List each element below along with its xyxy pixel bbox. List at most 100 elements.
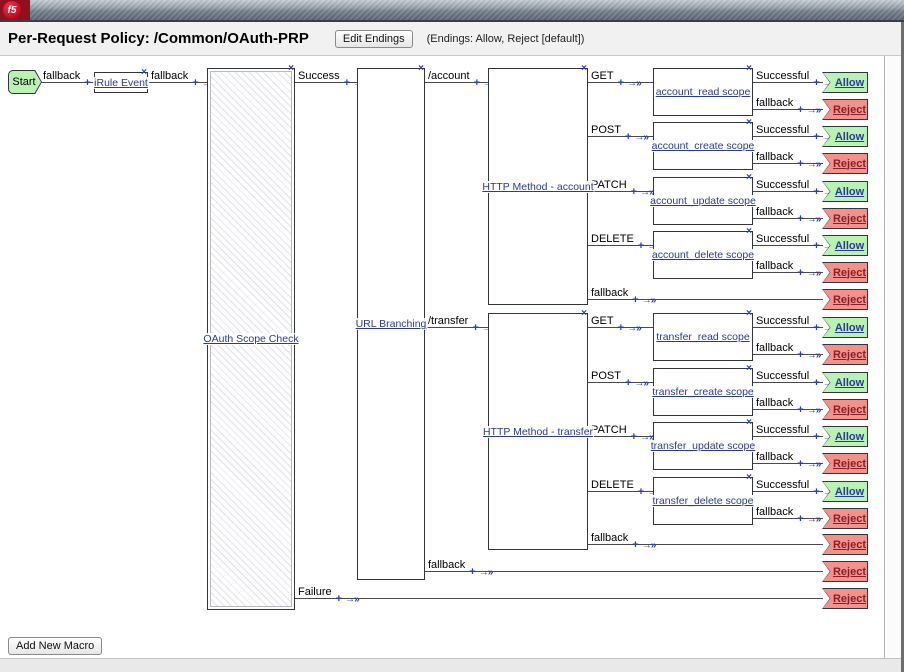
add-action-plus-icon[interactable]: + xyxy=(344,77,350,89)
add-action-plus-icon[interactable]: + xyxy=(618,322,624,334)
add-action-plus-icon[interactable]: + xyxy=(813,131,819,143)
edit-endings-button[interactable]: Edit Endings xyxy=(334,29,413,48)
ending-allow[interactable]: Allow xyxy=(822,72,868,93)
add-action-plus-icon[interactable]: + xyxy=(631,186,637,198)
ending-reject-label[interactable]: Reject xyxy=(831,561,868,582)
account-delete-scope-label[interactable]: account_delete scope xyxy=(650,249,756,261)
ending-reject[interactable]: Reject xyxy=(822,399,868,420)
http-method-account-label[interactable]: HTTP Method - account xyxy=(481,180,595,193)
add-action-plus-icon[interactable]: + xyxy=(625,377,631,389)
right-scroll-track[interactable] xyxy=(884,56,901,658)
add-action-plus-icon[interactable]: + xyxy=(632,294,638,306)
ending-allow-label[interactable]: Allow xyxy=(831,372,868,393)
add-action-plus-icon[interactable]: + xyxy=(472,322,478,334)
ending-reject[interactable]: Reject xyxy=(822,208,868,229)
ending-reject-label[interactable]: Reject xyxy=(831,508,868,529)
ending-reject-label[interactable]: Reject xyxy=(831,153,868,174)
ending-allow[interactable]: Allow xyxy=(822,481,868,502)
add-action-plus-icon[interactable]: + xyxy=(797,158,803,170)
ending-allow[interactable]: Allow xyxy=(822,317,868,338)
add-action-plus-icon[interactable]: + xyxy=(469,566,475,578)
ending-reject-label[interactable]: Reject xyxy=(831,99,868,120)
close-icon[interactable]: × xyxy=(746,227,752,237)
add-action-plus-icon[interactable]: + xyxy=(797,458,803,470)
ending-allow[interactable]: Allow xyxy=(822,126,868,147)
account-read-scope-label[interactable]: account_read scope xyxy=(654,86,752,98)
ending-reject[interactable]: Reject xyxy=(822,588,868,609)
ending-reject[interactable]: Reject xyxy=(822,99,868,120)
ending-reject[interactable]: Reject xyxy=(822,508,868,529)
close-icon[interactable]: × xyxy=(746,64,752,74)
add-action-plus-icon[interactable]: + xyxy=(84,77,90,89)
ending-reject[interactable]: Reject xyxy=(822,534,868,555)
add-action-plus-icon[interactable]: + xyxy=(638,240,644,252)
ending-allow[interactable]: Allow xyxy=(822,426,868,447)
ending-reject-label[interactable]: Reject xyxy=(831,262,868,283)
ending-reject-label[interactable]: Reject xyxy=(831,399,868,420)
close-icon[interactable]: × xyxy=(288,64,294,74)
add-action-plus-icon[interactable]: + xyxy=(336,593,342,605)
ending-reject-label[interactable]: Reject xyxy=(831,289,868,310)
ending-allow-label[interactable]: Allow xyxy=(831,481,868,502)
transfer-delete-scope-label[interactable]: transfer_delete scope xyxy=(651,495,755,507)
close-icon[interactable]: × xyxy=(581,64,587,74)
ending-reject[interactable]: Reject xyxy=(822,453,868,474)
ending-reject-label[interactable]: Reject xyxy=(831,453,868,474)
ending-reject[interactable]: Reject xyxy=(822,262,868,283)
close-icon[interactable]: × xyxy=(746,364,752,374)
add-action-plus-icon[interactable]: + xyxy=(797,404,803,416)
transfer-update-scope-label[interactable]: transfer_update scope xyxy=(649,440,757,452)
add-action-plus-icon[interactable]: + xyxy=(797,513,803,525)
add-action-plus-icon[interactable]: + xyxy=(474,77,480,89)
ending-reject-label[interactable]: Reject xyxy=(831,208,868,229)
add-action-plus-icon[interactable]: + xyxy=(797,213,803,225)
close-icon[interactable]: × xyxy=(746,473,752,483)
account-update-scope-label[interactable]: account_update scope xyxy=(649,195,757,207)
ending-allow[interactable]: Allow xyxy=(822,372,868,393)
add-new-macro-button[interactable]: Add New Macro xyxy=(8,637,103,655)
close-icon[interactable]: × xyxy=(746,118,752,128)
ending-reject[interactable]: Reject xyxy=(822,561,868,582)
oauth-scope-check-label[interactable]: OAuth Scope Check xyxy=(202,333,300,345)
add-action-plus-icon[interactable]: + xyxy=(618,77,624,89)
ending-allow-label[interactable]: Allow xyxy=(831,235,868,256)
close-icon[interactable]: × xyxy=(746,309,752,319)
ending-allow-label[interactable]: Allow xyxy=(831,181,868,202)
add-action-plus-icon[interactable]: + xyxy=(631,431,637,443)
close-icon[interactable]: × xyxy=(418,64,424,74)
add-action-plus-icon[interactable]: + xyxy=(813,77,819,89)
ending-reject[interactable]: Reject xyxy=(822,344,868,365)
close-icon[interactable]: × xyxy=(581,309,587,319)
add-action-plus-icon[interactable]: + xyxy=(632,539,638,551)
close-icon[interactable]: × xyxy=(746,173,752,183)
transfer-create-scope-label[interactable]: transfer_create scope xyxy=(651,386,755,398)
ending-allow-label[interactable]: Allow xyxy=(831,72,868,93)
account-create-scope-label[interactable]: account_create scope xyxy=(650,140,756,152)
http-method-transfer-label[interactable]: HTTP Method - transfer xyxy=(481,425,595,438)
url-branching-label[interactable]: URL Branching xyxy=(354,318,428,330)
add-action-plus-icon[interactable]: + xyxy=(813,486,819,498)
add-action-plus-icon[interactable]: + xyxy=(625,131,631,143)
ending-allow-label[interactable]: Allow xyxy=(831,426,868,447)
add-action-plus-icon[interactable]: + xyxy=(797,349,803,361)
add-action-plus-icon[interactable]: + xyxy=(813,431,819,443)
ending-reject-label[interactable]: Reject xyxy=(831,344,868,365)
add-action-plus-icon[interactable]: + xyxy=(797,104,803,116)
ending-allow[interactable]: Allow xyxy=(822,181,868,202)
close-icon[interactable]: × xyxy=(141,68,147,78)
add-action-plus-icon[interactable]: + xyxy=(638,486,644,498)
ending-reject-label[interactable]: Reject xyxy=(831,534,868,555)
ending-allow[interactable]: Allow xyxy=(822,235,868,256)
ending-allow-label[interactable]: Allow xyxy=(831,317,868,338)
ending-reject[interactable]: Reject xyxy=(822,153,868,174)
close-icon[interactable]: × xyxy=(746,418,752,428)
add-action-plus-icon[interactable]: + xyxy=(813,322,819,334)
ending-reject-label[interactable]: Reject xyxy=(831,588,868,609)
ending-allow-label[interactable]: Allow xyxy=(831,126,868,147)
add-action-plus-icon[interactable]: + xyxy=(797,267,803,279)
add-action-plus-icon[interactable]: + xyxy=(192,77,198,89)
add-action-plus-icon[interactable]: + xyxy=(813,240,819,252)
transfer-read-scope-label[interactable]: transfer_read scope xyxy=(655,331,751,343)
add-action-plus-icon[interactable]: + xyxy=(813,186,819,198)
ending-reject[interactable]: Reject xyxy=(822,289,868,310)
